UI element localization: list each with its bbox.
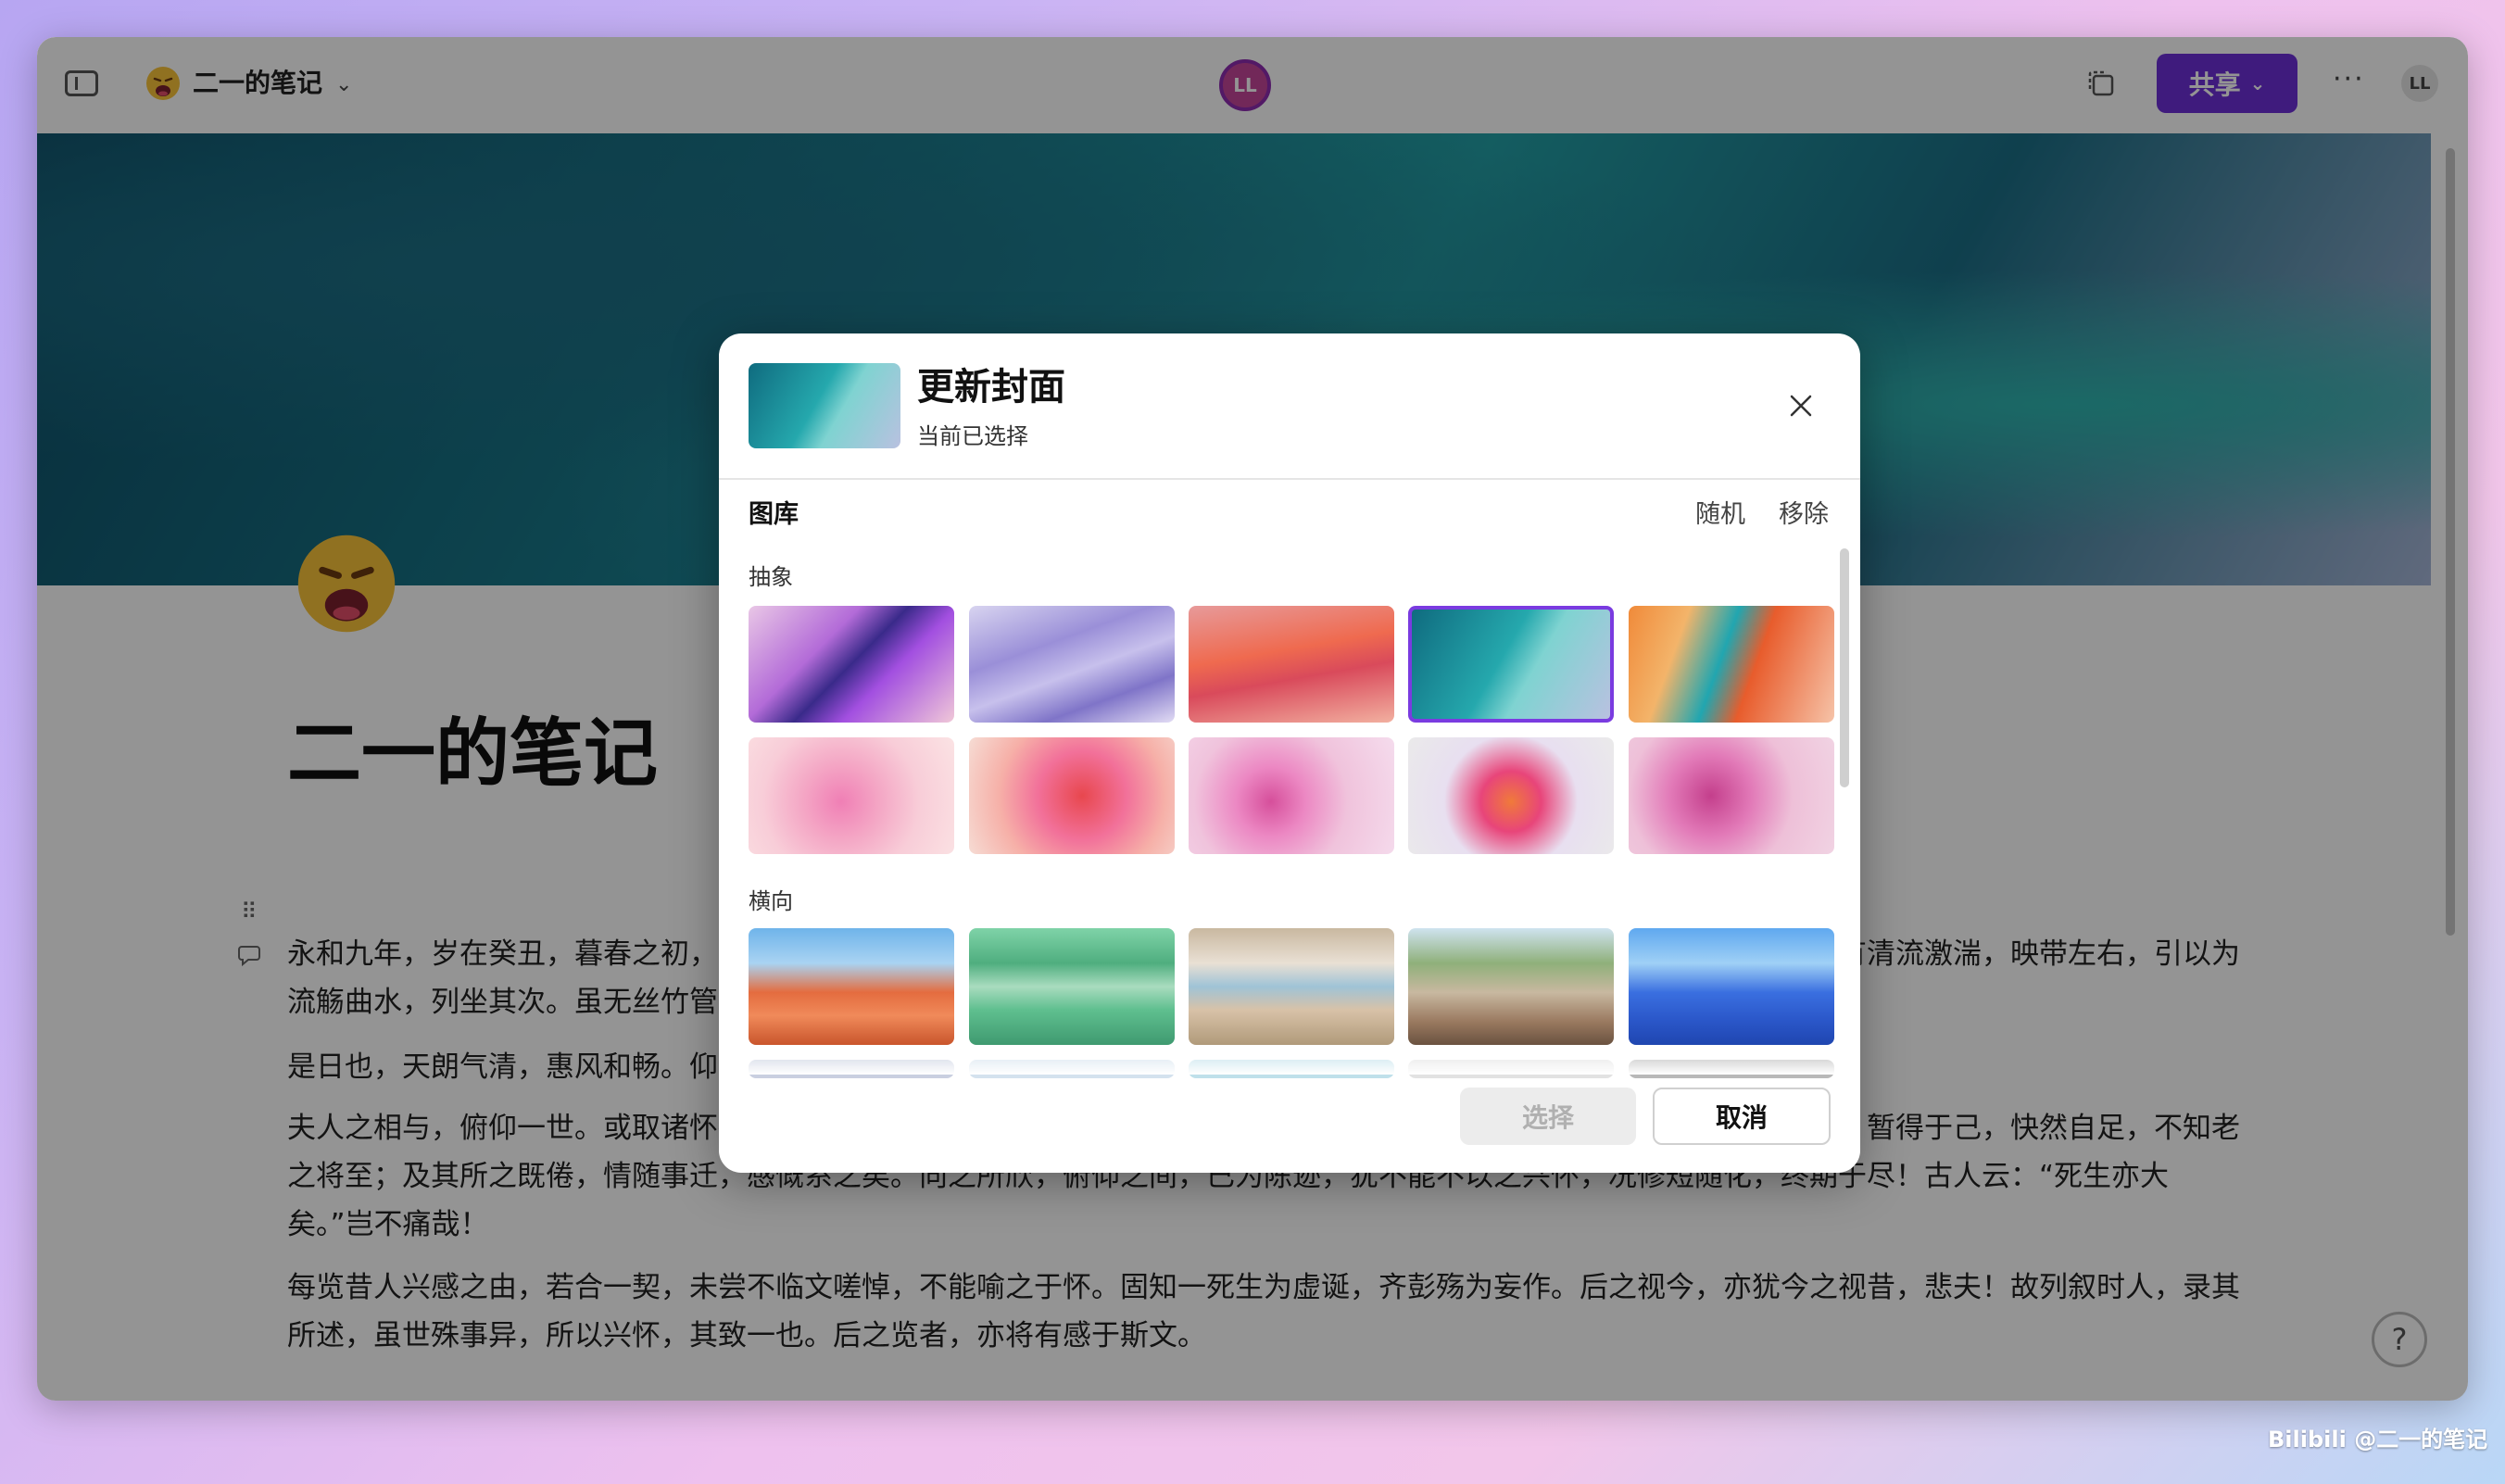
- section-label-landscape: 横向: [749, 888, 793, 914]
- cover-option[interactable]: [749, 606, 954, 723]
- update-cover-dialog: 更新封面 当前已选择 图库 随机 移除 抽象 横向 选择 取消: [719, 333, 1860, 1173]
- cover-option[interactable]: [1189, 928, 1394, 1045]
- cover-option[interactable]: [1408, 737, 1614, 854]
- gallery-fade: [719, 1047, 1860, 1075]
- cover-option[interactable]: [969, 928, 1175, 1045]
- divider: [719, 478, 1860, 480]
- gallery-title: 图库: [749, 500, 799, 529]
- dialog-subtitle: 当前已选择: [917, 423, 1028, 449]
- remove-button[interactable]: 移除: [1779, 497, 1829, 534]
- cover-option[interactable]: [1629, 737, 1834, 854]
- current-cover-thumbnail: [749, 363, 900, 448]
- app-window: 二一的笔记 ⌄ LL 共享 ⌄ ··· LL 二一的笔记 ⠿ 永和九年，岁在癸丑…: [37, 37, 2468, 1401]
- cover-option[interactable]: [1408, 928, 1614, 1045]
- cover-option[interactable]: [1189, 737, 1394, 854]
- random-button[interactable]: 随机: [1695, 497, 1745, 534]
- cover-option-selected[interactable]: [1408, 606, 1614, 723]
- dialog-scrollbar-thumb[interactable]: [1840, 548, 1849, 787]
- cover-option[interactable]: [969, 606, 1175, 723]
- close-icon[interactable]: [1786, 391, 1816, 421]
- cover-option[interactable]: [1189, 606, 1394, 723]
- select-button[interactable]: 选择: [1460, 1088, 1636, 1145]
- cancel-button[interactable]: 取消: [1653, 1088, 1831, 1145]
- dialog-title: 更新封面: [917, 366, 1065, 409]
- cover-option[interactable]: [1629, 928, 1834, 1045]
- cover-option[interactable]: [969, 737, 1175, 854]
- watermark: Bilibili @二一的笔记: [2268, 1427, 2488, 1453]
- cover-option[interactable]: [749, 928, 954, 1045]
- cover-option[interactable]: [1629, 606, 1834, 723]
- cover-option[interactable]: [749, 737, 954, 854]
- section-label-abstract: 抽象: [749, 564, 793, 590]
